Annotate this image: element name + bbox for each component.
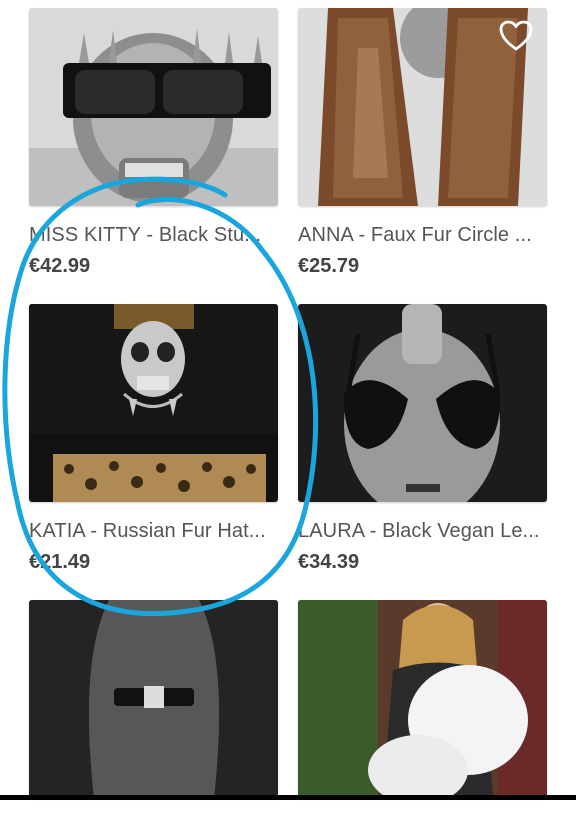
product-card[interactable] — [29, 600, 278, 822]
product-card[interactable] — [298, 600, 547, 822]
product-title[interactable]: ANNA - Faux Fur Circle ... — [298, 223, 547, 247]
product-image-skull-sunglasses[interactable] — [29, 8, 278, 206]
product-title[interactable]: MISS KITTY - Black Stu... — [29, 223, 278, 247]
product-card[interactable]: KATIA - Russian Fur Hat... €21.49 — [29, 304, 278, 574]
leopard-hat-skull-image — [29, 304, 278, 502]
heart-outline-icon — [499, 20, 533, 51]
product-price: €25.79 — [298, 255, 360, 277]
product-price: €42.99 — [29, 255, 91, 277]
product-card[interactable]: ANNA - Faux Fur Circle ... €25.79 — [298, 8, 547, 278]
black-bra-image — [298, 304, 547, 502]
bottom-edge-bar — [0, 795, 576, 800]
white-fur-stole-image — [298, 600, 547, 798]
favorite-button[interactable] — [499, 20, 533, 52]
product-price: €21.49 — [29, 551, 91, 573]
product-image-fur-scarf[interactable] — [298, 8, 547, 206]
product-card[interactable]: LAURA - Black Vegan Le... €34.39 — [298, 304, 547, 574]
mesh-bodysuit-image — [29, 600, 278, 798]
product-image-white-fur-stole[interactable] — [298, 600, 547, 798]
product-image-black-bra[interactable] — [298, 304, 547, 502]
product-image-mesh-bodysuit[interactable] — [29, 600, 278, 798]
product-title[interactable]: LAURA - Black Vegan Le... — [298, 519, 547, 543]
product-price: €34.39 — [298, 551, 360, 573]
skull-sunglasses-image — [29, 8, 278, 206]
product-card[interactable]: MISS KITTY - Black Stu... €42.99 — [29, 8, 278, 278]
product-title[interactable]: KATIA - Russian Fur Hat... — [29, 519, 278, 543]
product-image-leopard-hat[interactable] — [29, 304, 278, 502]
